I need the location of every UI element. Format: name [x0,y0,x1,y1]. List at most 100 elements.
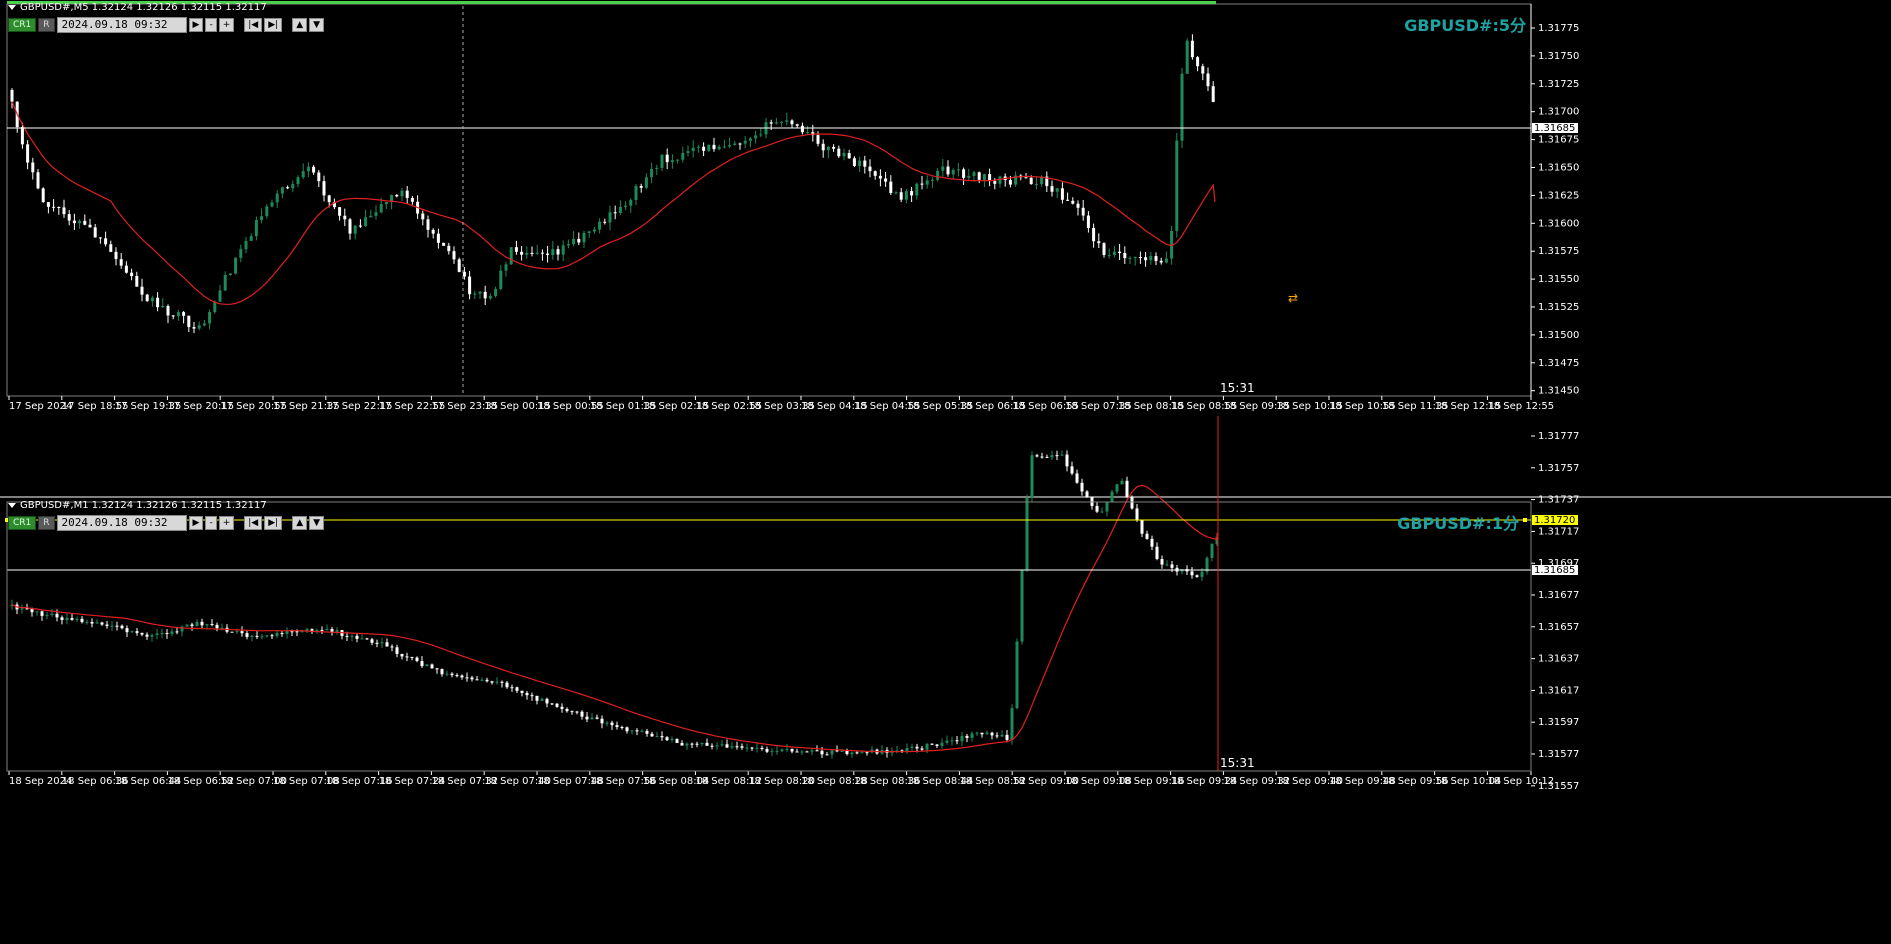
candle-body [1190,571,1194,576]
candle-body [748,138,752,141]
candle-body [275,633,279,637]
candle-body [291,184,295,189]
candle-body [1066,199,1070,201]
arrow-icon: ⇄ [1288,291,1298,305]
dropdown-triangle-icon[interactable] [8,502,16,508]
candle-body [1034,184,1038,186]
chart-pane-m5[interactable]: 1.31775 1.31750 1.31725 1.31700 1.31675 1.316… [0,0,1891,496]
date-field[interactable]: 2024.09.18 09:32 [56,17,187,33]
play-icon[interactable]: ▶ [188,18,204,32]
candle-body [119,259,123,266]
candle-body [260,636,264,638]
r-badge[interactable]: R [38,516,55,530]
candle-body [565,708,569,712]
candle-body [200,621,204,626]
candle-body [525,692,529,696]
date-field[interactable]: 2024.09.18 09:32 [56,515,187,531]
jump-start-icon[interactable]: |◀ [244,18,263,32]
candle-body [618,206,622,213]
candle-body [650,733,654,737]
candle-body [660,154,664,168]
candle-body [1008,180,1012,185]
candle-body [685,743,689,746]
candle-body [780,121,784,123]
candle-body [345,635,349,637]
candle-body [380,642,384,644]
candle-body [350,635,354,637]
candle-body [951,169,955,175]
minus-icon[interactable]: - [205,516,217,530]
candle-body [530,695,534,697]
candle-body [421,213,425,220]
candle-body [1175,140,1179,231]
candle-body [590,717,594,720]
candle-body [83,220,87,225]
jump-start-icon[interactable]: |◀ [244,516,263,530]
plot-frame-outer [6,501,1532,772]
candle-body [765,749,769,752]
plus-icon[interactable]: + [218,516,235,530]
candle-body [410,656,414,658]
scroll-up-icon[interactable]: ▲ [292,18,308,32]
candle-body [645,731,649,734]
candle-body [156,297,160,308]
candle-body [215,624,219,629]
jump-end-icon[interactable]: ▶| [264,18,283,32]
y-tick-label: 1.31777 [1538,431,1579,442]
candle-body [348,219,352,234]
dropdown-triangle-icon[interactable] [8,4,16,10]
candle-body [665,154,669,163]
candle-body [1035,455,1039,457]
candle-body [1138,257,1142,259]
candle-body [85,621,89,623]
candle-body [160,633,164,635]
candle-body [1164,258,1168,263]
candle-body [370,639,374,643]
scroll-down-icon[interactable]: ▼ [309,18,325,32]
candle-body [644,177,648,188]
candle-body [925,743,929,750]
candle-body [985,732,989,735]
price-chart-m1[interactable]: 1.317771.317571.317371.317171.316971.316… [0,416,1891,944]
scroll-up-icon[interactable]: ▲ [292,516,308,530]
candle-body [320,629,324,631]
candle-body [494,288,498,297]
y-tick-label: 1.31500 [1538,330,1579,341]
candle-body [1065,454,1069,467]
candle-body [810,750,814,752]
candle-body [820,750,824,755]
candle-body [821,143,825,151]
minus-icon[interactable]: - [205,18,217,32]
play-icon[interactable]: ▶ [188,516,204,530]
jump-end-icon[interactable]: ▶| [264,516,283,530]
candle-body [1071,200,1075,204]
candle-body [1010,708,1014,740]
r-badge[interactable]: R [38,18,55,32]
candle-body [700,742,704,745]
candle-body [873,171,877,176]
scroll-down-icon[interactable]: ▼ [309,516,325,530]
candle-body [1165,564,1169,566]
candle-body [57,207,61,209]
candle-body [1055,455,1059,457]
candle-body [650,168,654,178]
candle-body [975,732,979,734]
plus-icon[interactable]: + [218,18,235,32]
candle-body [605,722,609,724]
price-chart-m5[interactable]: 1.317751.317501.317251.317001.316751.316… [0,0,1891,496]
cr-badge[interactable]: CR1 [8,18,37,32]
chart-pane-m1[interactable]: 1.31777 1.31757 1.31737 1.31717 1.31697 1.316… [0,416,1891,944]
candle-body [624,205,628,207]
candle-body [608,212,612,223]
candle-body [725,744,729,748]
candle-body [504,264,508,271]
candle-body [270,202,274,207]
candle-body [675,738,679,743]
candle-body [894,192,898,194]
candle-body [945,740,949,743]
candle-body [353,225,357,234]
cr-badge[interactable]: CR1 [8,516,37,530]
candle-body [185,624,189,627]
candle-body [505,682,509,688]
candle-body [410,197,414,202]
